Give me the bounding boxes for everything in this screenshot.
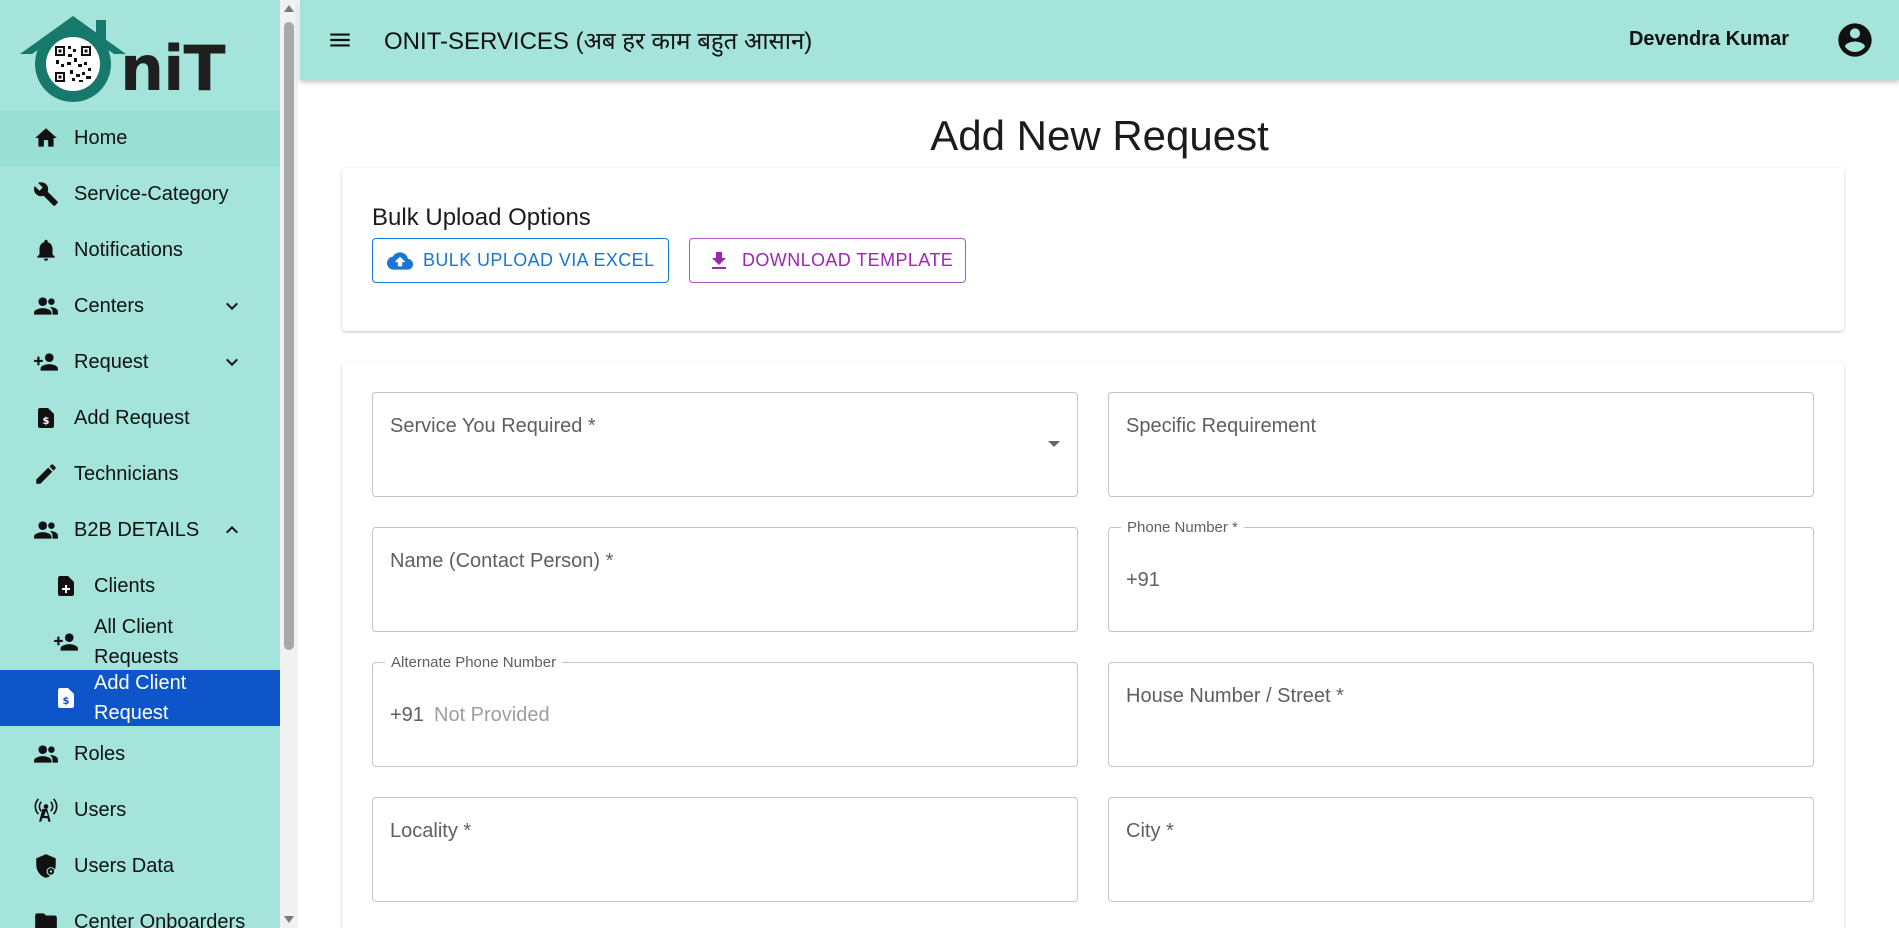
locality-input[interactable]: Locality * [372,797,1078,902]
service-select-label: Service You Required * [390,415,596,437]
scrollbar-thumb[interactable] [284,22,294,650]
alternate-phone-label: Alternate Phone Number [385,654,563,671]
sidebar-item-label: Home [74,126,128,149]
sidebar-item-label: Service-Category [74,182,229,205]
request-form-card: Service You Required * Specific Requirem… [342,362,1844,928]
sidebar-item-users[interactable]: Users [0,782,280,838]
user-name[interactable]: Devendra Kumar [1629,28,1789,51]
menu-button[interactable] [320,20,360,60]
svg-text:$: $ [43,416,50,427]
specific-requirement-label: Specific Requirement [1126,415,1317,437]
sidebar-item-label: Clients [94,575,156,597]
sidebar-item-label: Technicians [74,462,179,485]
download-template-label: DOWNLOAD TEMPLATE [742,250,954,270]
sidebar-item-label: Centers [74,294,145,317]
people-icon [30,738,62,770]
chevron-down-icon[interactable] [220,294,244,318]
download-template-button[interactable]: DOWNLOAD TEMPLATE [689,238,966,283]
sidebar-item-label: Add Request [74,406,190,429]
specific-requirement-input[interactable]: Specific Requirement [1108,392,1814,497]
dropdown-arrow-icon[interactable] [1048,441,1060,447]
phone-number-input[interactable]: Phone Number * +91 [1108,519,1814,632]
locality-label: Locality * [390,820,472,842]
top-app-bar: ONIT-SERVICES (अब हर काम बहुत आसान) Deve… [300,0,1899,80]
alternate-phone-input[interactable]: Alternate Phone Number +91 Not Provided [372,654,1078,767]
sidebar-item-home[interactable]: Home [0,110,280,166]
sidebar-scrollbar[interactable] [280,0,298,928]
sidebar-item-centers[interactable]: Centers [0,278,280,334]
sidebar-item-label: Request [74,350,149,373]
sidebar-item-label: Add Client Request [94,672,187,724]
sidebar-item-label: All Client Requests [94,616,179,668]
contact-name-label: Name (Contact Person) * [390,550,614,572]
dollar-document-icon: $ [30,402,62,434]
app-title: ONIT-SERVICES (अब हर काम बहुत आसान) [384,27,813,55]
cloud-upload-icon [387,248,413,274]
bell-icon [30,234,62,266]
sidebar-item-service-category[interactable]: Service-Category [0,166,280,222]
service-select[interactable]: Service You Required * [372,392,1078,497]
bulk-upload-excel-button[interactable]: BULK UPLOAD VIA EXCEL [372,238,669,283]
bulk-upload-title: Bulk Upload Options [372,204,591,231]
sidebar-item-label: Notifications [74,238,183,261]
scroll-down-arrow-icon[interactable] [284,916,294,923]
city-input[interactable]: City * [1108,797,1814,902]
logo-house-icon [20,16,126,102]
people-icon [30,514,62,546]
sidebar-item-label: B2B DETAILS [74,518,200,541]
sidebar-nav: Home Service-Category Notifications Cent… [0,110,280,928]
phone-number-label: Phone Number * [1121,519,1244,536]
sidebar-item-request[interactable]: Request [0,334,280,390]
sidebar: niT Home Service-Category Notifications … [0,0,280,928]
account-circle-icon[interactable] [1835,20,1875,60]
bulk-upload-card: Bulk Upload Options BULK UPLOAD VIA EXCE… [342,168,1844,331]
shield-icon [30,850,62,882]
people-icon [30,290,62,322]
sidebar-item-label: Users Data [74,854,175,877]
sidebar-item-add-request[interactable]: $ Add Request [0,390,280,446]
sidebar-item-users-data[interactable]: Users Data [0,838,280,894]
document-plus-icon [50,570,82,602]
sidebar-item-roles[interactable]: Roles [0,726,280,782]
logo-text: niT [120,32,226,105]
dollar-document-icon: $ [50,682,82,714]
sidebar-item-label: Center Onboarders [74,910,246,928]
scroll-up-arrow-icon[interactable] [284,5,294,12]
house-street-label: House Number / Street * [1126,685,1344,707]
sidebar-item-b2b-details[interactable]: B2B DETAILS [0,502,280,558]
sidebar-item-technicians[interactable]: Technicians [0,446,280,502]
sidebar-item-notifications[interactable]: Notifications [0,222,280,278]
city-label: City * [1126,820,1174,842]
chevron-up-icon[interactable] [220,518,244,542]
page-title: Add New Request [930,112,1269,159]
contact-name-input[interactable]: Name (Contact Person) * [372,527,1078,632]
sidebar-subitem-all-client-requests[interactable]: All Client Requests [0,614,280,670]
person-add-icon [30,346,62,378]
chevron-down-icon[interactable] [220,350,244,374]
sidebar-subitem-add-client-request[interactable]: $ Add Client Request [0,670,280,726]
alternate-phone-prefix: +91 [390,704,424,726]
person-add-icon [50,626,82,658]
bulk-upload-excel-label: BULK UPLOAD VIA EXCEL [423,250,655,270]
house-street-input[interactable]: House Number / Street * [1108,662,1814,767]
logo[interactable]: niT [0,0,280,108]
alternate-phone-value: Not Provided [434,704,550,726]
svg-text:$: $ [63,696,70,707]
sidebar-item-center-onboarders[interactable]: Center Onboarders [0,894,280,928]
pencil-icon [30,458,62,490]
sidebar-subitem-clients[interactable]: Clients [0,558,280,614]
download-icon [706,248,732,274]
wrench-icon [30,178,62,210]
folder-icon [30,906,62,928]
home-icon [30,122,62,154]
phone-prefix: +91 [1126,569,1160,591]
antenna-icon [30,794,62,826]
sidebar-item-label: Users [74,798,127,821]
hamburger-menu-icon [330,33,350,47]
sidebar-item-label: Roles [74,742,126,765]
